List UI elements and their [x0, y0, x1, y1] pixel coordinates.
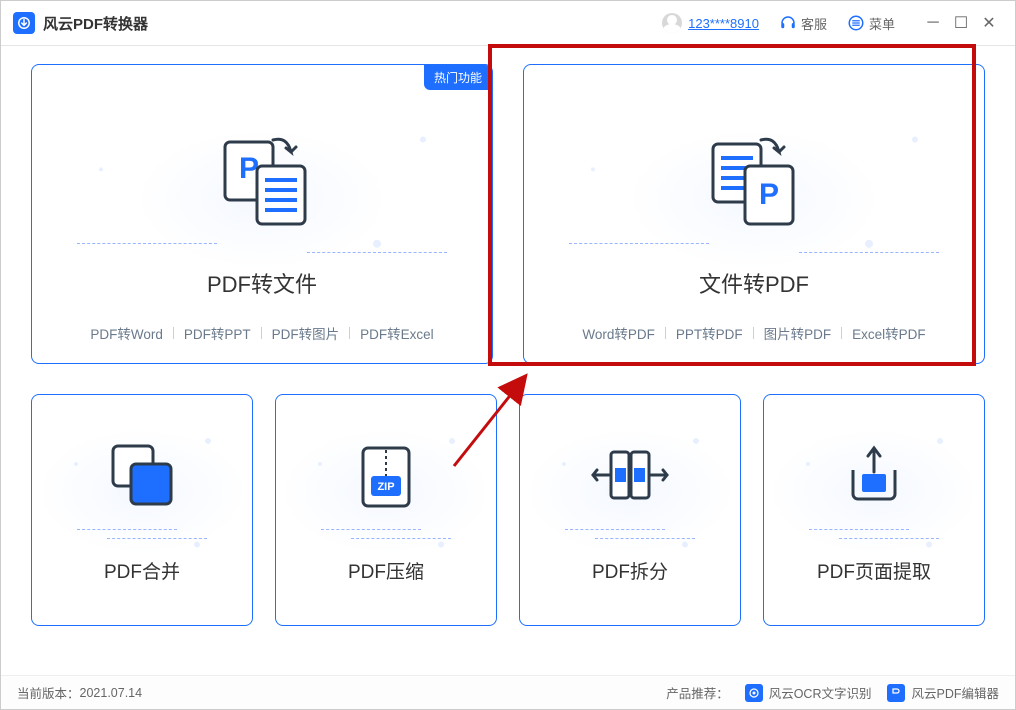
user-account-button[interactable]: 123****8910 [662, 13, 759, 33]
recommend-label: 产品推荐： [666, 683, 729, 702]
headset-icon [779, 14, 797, 32]
menu-icon [847, 14, 865, 32]
sub-actions: Word转PDF PPT转PDF 图片转PDF Excel转PDF [572, 323, 935, 343]
sub-pdf-to-ppt[interactable]: PDF转PPT [174, 323, 261, 343]
recommend-ocr-label: 风云OCR文字识别 [769, 683, 872, 702]
extract-icon [835, 437, 913, 517]
avatar-icon [662, 13, 682, 33]
menu-label: 菜单 [869, 14, 895, 33]
sub-pdf-to-excel[interactable]: PDF转Excel [350, 323, 444, 343]
sub-actions: PDF转Word PDF转PPT PDF转图片 PDF转Excel [80, 323, 443, 343]
card-pdf-compress[interactable]: ZIP PDF压缩 [275, 394, 497, 626]
version-label: 当前版本： [17, 683, 80, 702]
customer-service-button[interactable]: 客服 [779, 14, 827, 33]
sub-image-to-pdf[interactable]: 图片转PDF [754, 323, 842, 343]
minimize-button[interactable]: ─ [919, 9, 947, 37]
app-logo-icon [13, 12, 35, 34]
svg-text:P: P [759, 178, 779, 211]
menu-button[interactable]: 菜单 [847, 14, 895, 33]
ocr-product-icon [745, 684, 763, 702]
customer-service-label: 客服 [801, 14, 827, 33]
card-title: PDF压缩 [348, 557, 424, 584]
sub-word-to-pdf[interactable]: Word转PDF [572, 323, 665, 343]
close-button[interactable]: ✕ [975, 9, 1003, 37]
sub-pdf-to-word[interactable]: PDF转Word [80, 323, 173, 343]
svg-text:ZIP: ZIP [377, 481, 394, 493]
card-title: PDF拆分 [592, 557, 668, 584]
recommend-ocr[interactable]: 风云OCR文字识别 [745, 683, 872, 702]
compress-icon: ZIP [347, 437, 425, 517]
user-id: 123****8910 [688, 16, 759, 31]
recommend-editor[interactable]: 风云PDF编辑器 [887, 683, 999, 702]
editor-product-icon [887, 684, 905, 702]
titlebar: 风云PDF转换器 123****8910 客服 菜单 ─ ☐ ✕ [1, 1, 1015, 46]
recommend-editor-label: 风云PDF编辑器 [911, 683, 999, 702]
file-to-pdf-icon: P [699, 125, 809, 235]
sub-pdf-to-image[interactable]: PDF转图片 [262, 323, 350, 343]
card-pdf-to-file[interactable]: 热门功能 P PDF转文件 [31, 64, 493, 364]
card-title: 文件转PDF [699, 267, 809, 299]
hot-badge: 热门功能 [424, 65, 492, 90]
card-pdf-extract[interactable]: PDF页面提取 [763, 394, 985, 626]
maximize-button[interactable]: ☐ [947, 9, 975, 37]
card-pdf-merge[interactable]: PDF合并 [31, 394, 253, 626]
footer: 当前版本： 2021.07.14 产品推荐： 风云OCR文字识别 风云PDF编辑… [1, 675, 1015, 709]
app-window: 风云PDF转换器 123****8910 客服 菜单 ─ ☐ ✕ 热门功能 [0, 0, 1016, 710]
split-icon [585, 437, 675, 517]
card-file-to-pdf[interactable]: P 文件转PDF Word转PDF PPT转PDF 图片转PDF Excel转P… [523, 64, 985, 364]
card-title: PDF合并 [104, 557, 180, 584]
card-title: PDF转文件 [207, 267, 317, 299]
window-controls: ─ ☐ ✕ [919, 9, 1003, 37]
version-value: 2021.07.14 [80, 686, 143, 700]
app-title: 风云PDF转换器 [43, 13, 148, 34]
merge-icon [103, 437, 181, 517]
sub-ppt-to-pdf[interactable]: PPT转PDF [666, 323, 753, 343]
sub-excel-to-pdf[interactable]: Excel转PDF [842, 323, 936, 343]
card-pdf-split[interactable]: PDF拆分 [519, 394, 741, 626]
main-content: 热门功能 P PDF转文件 [1, 46, 1015, 675]
pdf-to-file-icon: P [207, 125, 317, 235]
card-title: PDF页面提取 [817, 557, 931, 584]
